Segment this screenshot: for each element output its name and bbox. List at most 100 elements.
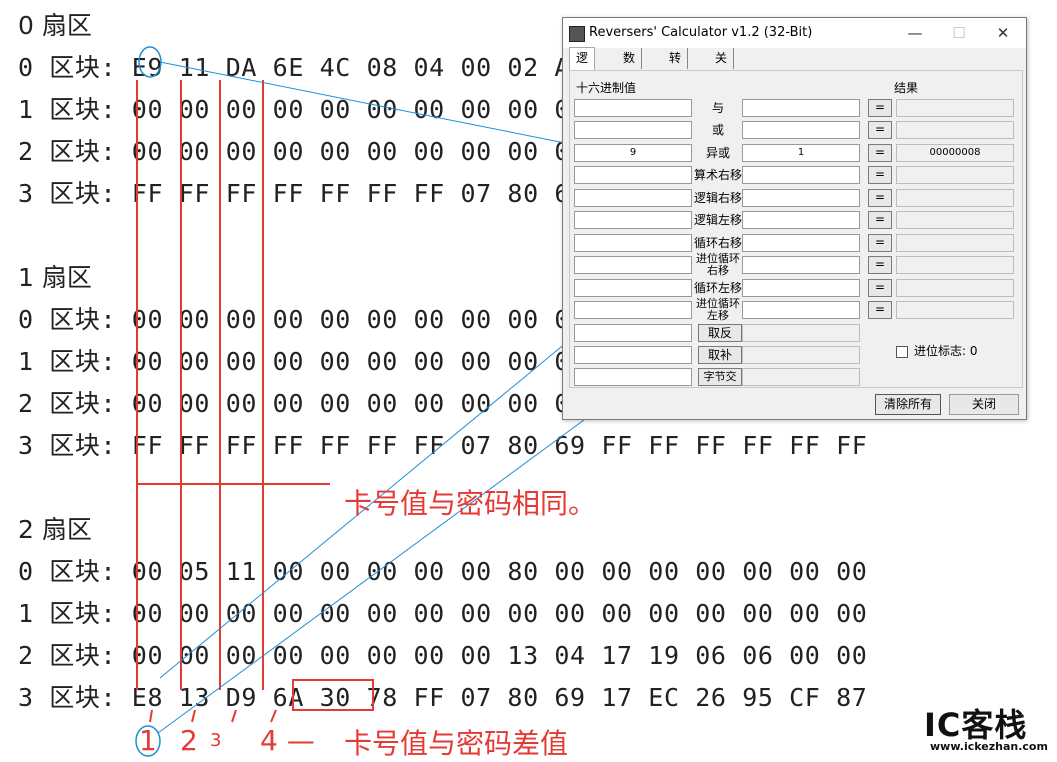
eq-button-shl[interactable]: = xyxy=(868,211,892,229)
result-bswap xyxy=(742,368,860,386)
close-button[interactable]: 关闭 xyxy=(949,394,1019,415)
operand-not[interactable] xyxy=(574,324,692,342)
carry-flag-checkbox[interactable]: 进位标志: 0 xyxy=(896,342,978,359)
sector-2-block-3: 3 区块: E8 13 D9 6A 30 78 FF 07 80 69 17 E… xyxy=(18,683,868,712)
marker-3: 3 xyxy=(210,730,222,751)
eq-button-shr[interactable]: = xyxy=(868,189,892,207)
result-rcl xyxy=(896,301,1014,319)
result-sar xyxy=(896,166,1014,184)
diff-value-note: 卡号值与密码差值 xyxy=(344,727,569,760)
sector-0-block-0: 0 区块: E9 11 DA 6E 4C 08 04 00 02 A9 6 xyxy=(18,53,617,82)
hex-values-header: 十六进制值 xyxy=(576,81,637,95)
operand-bswap[interactable] xyxy=(574,368,692,386)
result-rcr xyxy=(896,256,1014,274)
marker-4: 4 — xyxy=(260,724,315,757)
result-and xyxy=(896,99,1014,117)
close-icon[interactable]: ✕ xyxy=(981,18,1025,48)
op-rcl-label: 进位循环左移 xyxy=(696,297,740,322)
sector-2-block-0: 0 区块: 00 05 11 00 00 00 00 00 80 00 00 0… xyxy=(18,557,868,586)
clear-all-button[interactable]: 清除所有 xyxy=(875,394,941,415)
result-or xyxy=(896,121,1014,139)
eq-button-ror[interactable]: = xyxy=(868,234,892,252)
tab-convert[interactable]: 转换 xyxy=(663,48,689,85)
result-neg xyxy=(742,346,860,364)
operand-b-shl[interactable] xyxy=(742,211,860,229)
sector-1-block-2: 2 区块: 00 00 00 00 00 00 00 00 00 00 0 xyxy=(18,389,617,418)
operand-a-and[interactable] xyxy=(574,99,692,117)
operand-b-shr[interactable] xyxy=(742,189,860,207)
marker-2: 2 xyxy=(180,724,198,757)
op-ror-label: 循环右移 xyxy=(694,236,743,250)
same-value-note: 卡号值与密码相同。 xyxy=(344,487,597,520)
eq-button-rcl[interactable]: = xyxy=(868,301,892,319)
op-shr-label: 逻辑右移 xyxy=(694,191,743,205)
op-rol-label: 循环左移 xyxy=(694,281,743,295)
operand-a-rcr[interactable] xyxy=(574,256,692,274)
bswap-button[interactable]: 字节交换 xyxy=(698,368,742,386)
operand-b-sar[interactable] xyxy=(742,166,860,184)
operand-a-xor[interactable]: 9 xyxy=(574,144,692,162)
sector-1-block-0: 0 区块: 00 00 00 00 00 00 00 00 00 00 0 xyxy=(18,305,617,334)
result-not xyxy=(742,324,860,342)
tab-math[interactable]: 数学 xyxy=(617,48,643,85)
checkbox-icon[interactable] xyxy=(896,345,908,358)
sector-2-title: 2 扇区 xyxy=(18,515,92,544)
eq-button-rcr[interactable]: = xyxy=(868,256,892,274)
operand-b-rol[interactable] xyxy=(742,279,860,297)
operand-a-sar[interactable] xyxy=(574,166,692,184)
tab-logic[interactable]: 逻辑 xyxy=(569,47,596,85)
operand-b-and[interactable] xyxy=(742,99,860,117)
op-rcr-label: 进位循环右移 xyxy=(696,252,740,277)
sector-2-block-1: 1 区块: 00 00 00 00 00 00 00 00 00 00 00 0… xyxy=(18,599,868,628)
operand-b-rcl[interactable] xyxy=(742,301,860,319)
window-title: Reversers' Calculator v1.2 (32-Bit) xyxy=(589,25,813,40)
result-rol xyxy=(896,279,1014,297)
marker-1: 1 xyxy=(139,724,157,757)
operand-a-or[interactable] xyxy=(574,121,692,139)
op-and-label: 与 xyxy=(711,101,724,115)
result-header: 结果 xyxy=(894,81,919,95)
app-icon xyxy=(569,26,585,42)
eq-button-sar[interactable]: = xyxy=(868,166,892,184)
operand-a-rol[interactable] xyxy=(574,279,692,297)
maximize-button[interactable]: ☐ xyxy=(937,18,981,48)
not-button[interactable]: 取反 xyxy=(698,324,742,342)
calculator-window: Reversers' Calculator v1.2 (32-Bit) — ☐ … xyxy=(562,17,1027,420)
op-or-label: 或 xyxy=(711,123,724,137)
sector-1-block-3: 3 区块: FF FF FF FF FF FF FF 07 80 69 FF F… xyxy=(18,431,868,460)
title-bar[interactable]: Reversers' Calculator v1.2 (32-Bit) — ☐ … xyxy=(563,18,1026,48)
sector-2-block-2: 2 区块: 00 00 00 00 00 00 00 00 13 04 17 1… xyxy=(18,641,868,670)
sector-0-block-1: 1 区块: 00 00 00 00 00 00 00 00 00 00 0 xyxy=(18,95,617,124)
sector-0-block-2: 2 区块: 00 00 00 00 00 00 00 00 00 00 0 xyxy=(18,137,617,166)
operand-a-ror[interactable] xyxy=(574,234,692,252)
sector-0-block-3: 3 区块: FF FF FF FF FF FF FF 07 80 69 F xyxy=(18,179,617,208)
neg-button[interactable]: 取补 xyxy=(698,346,742,364)
logic-panel: 十六进制值 结果 与 = 或 = 9 异或 1 = 00000008 算术右移 … xyxy=(569,70,1023,388)
eq-button-or[interactable]: = xyxy=(868,121,892,139)
operand-b-or[interactable] xyxy=(742,121,860,139)
result-ror xyxy=(896,234,1014,252)
carry-flag-label: 进位标志: 0 xyxy=(914,344,978,358)
sector-1-title: 1 扇区 xyxy=(18,263,92,292)
operand-a-shr[interactable] xyxy=(574,189,692,207)
eq-button-xor[interactable]: = xyxy=(868,144,892,162)
result-xor: 00000008 xyxy=(896,144,1014,162)
result-shl xyxy=(896,211,1014,229)
op-xor-label: 异或 xyxy=(705,146,730,160)
eq-button-rol[interactable]: = xyxy=(868,279,892,297)
op-sar-label: 算术右移 xyxy=(694,168,743,182)
tab-about[interactable]: 关于 xyxy=(709,48,735,85)
operand-b-xor[interactable]: 1 xyxy=(742,144,860,162)
operand-a-rcl[interactable] xyxy=(574,301,692,319)
operand-neg[interactable] xyxy=(574,346,692,364)
op-shl-label: 逻辑左移 xyxy=(694,213,743,227)
site-url: www.ickezhan.com xyxy=(930,740,1048,753)
sector-0-title: 0 扇区 xyxy=(18,11,92,40)
operand-b-rcr[interactable] xyxy=(742,256,860,274)
operand-b-ror[interactable] xyxy=(742,234,860,252)
operand-a-shl[interactable] xyxy=(574,211,692,229)
sector-1-block-1: 1 区块: 00 00 00 00 00 00 00 00 00 00 0 xyxy=(18,347,617,376)
eq-button-and[interactable]: = xyxy=(868,99,892,117)
result-shr xyxy=(896,189,1014,207)
minimize-button[interactable]: — xyxy=(893,18,937,48)
